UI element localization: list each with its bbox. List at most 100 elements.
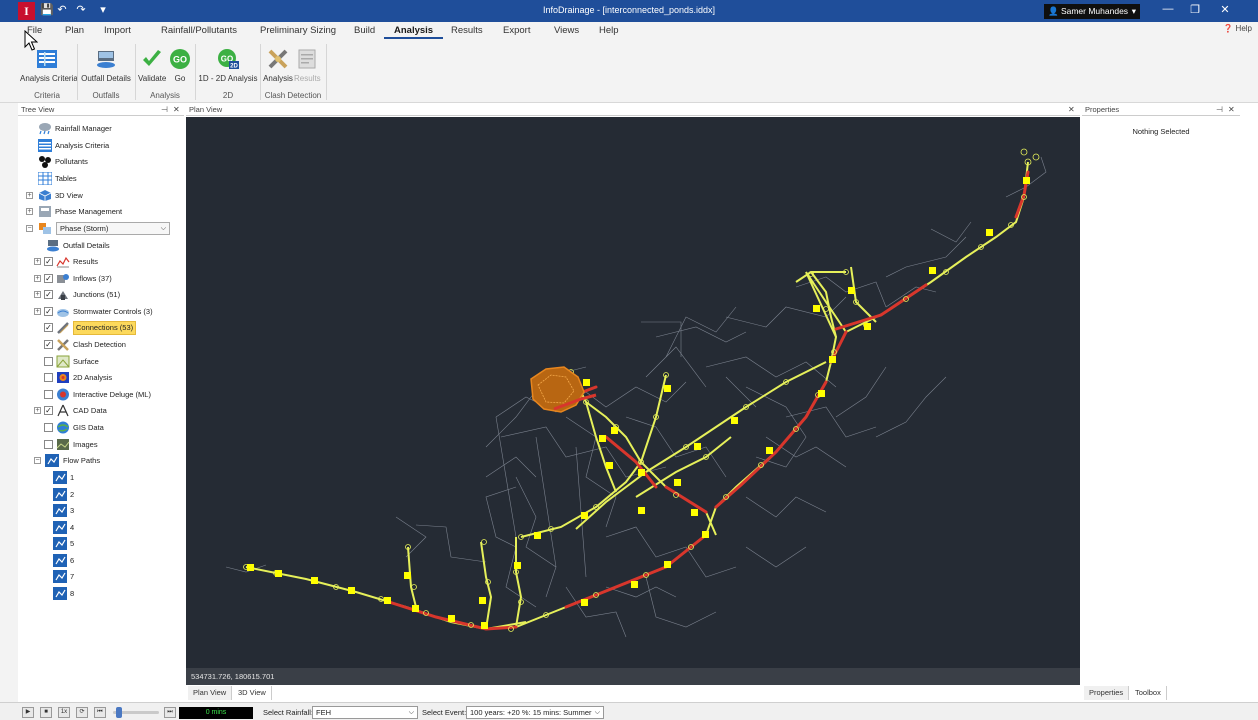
expand-toggle[interactable]: + — [34, 307, 41, 315]
help-icon: ❓ — [1223, 24, 1234, 33]
tree-item-phase-management[interactable]: + Phase Management — [26, 204, 176, 219]
tab-3d-view[interactable]: 3D View — [233, 686, 272, 700]
collapse-toggle[interactable]: − — [26, 225, 33, 232]
layer-visibility-checkbox[interactable] — [44, 423, 53, 432]
layer-item-surface[interactable]: Surface — [34, 354, 174, 369]
tab-rainfall-pollutants[interactable]: Rainfall/Pollutants — [161, 25, 237, 36]
user-menu[interactable]: 👤 Samer Muhandes ▾ — [1044, 4, 1140, 19]
tree-item-flow-paths[interactable]: − Flow Paths — [34, 453, 154, 468]
plan-view-canvas[interactable] — [186, 117, 1080, 668]
layer-visibility-checkbox[interactable] — [44, 439, 53, 449]
properties-close-button[interactable]: ✕ — [1228, 104, 1235, 116]
drainage-network-map[interactable] — [186, 117, 1080, 668]
layer-item-results[interactable]: + ✓ Results — [34, 254, 174, 269]
layer-visibility-checkbox[interactable]: ✓ — [44, 340, 53, 349]
properties-title: Properties — [1085, 105, 1120, 114]
tab-plan-view[interactable]: Plan View — [188, 686, 233, 700]
tab-results[interactable]: Results — [451, 25, 483, 36]
analysis-1d-2d-button[interactable]: GO 2D 1D - 2D Analysis — [198, 48, 258, 83]
close-window-button[interactable]: ✕ — [1215, 3, 1235, 16]
flow-path-label: 7 — [70, 572, 75, 581]
layer-visibility-checkbox[interactable] — [44, 356, 53, 366]
tree-view-close-button[interactable]: ✕ — [173, 104, 180, 116]
layer-visibility-checkbox[interactable] — [44, 373, 53, 383]
validate-button[interactable]: Validate — [138, 48, 166, 83]
flow-path-label: 4 — [70, 522, 75, 532]
network-connections[interactable] — [245, 161, 1029, 631]
tab-plan[interactable]: Plan — [65, 25, 84, 36]
expand-toggle[interactable]: + — [34, 274, 41, 282]
junction-markers[interactable] — [243, 148, 1040, 632]
layer-item-label: 2D Analysis — [73, 373, 113, 383]
phase-selector[interactable]: Phase (Storm) ⌵ — [56, 222, 170, 235]
tab-help[interactable]: Help — [599, 25, 619, 36]
layer-item-label: Connections (53) — [73, 321, 137, 336]
tree-item-label: Analysis Criteria — [55, 141, 110, 150]
layer-visibility-checkbox[interactable]: ✓ — [44, 273, 53, 283]
outfall-details-label: Outfall Details — [81, 74, 131, 83]
pin-icon[interactable]: ⊣ — [161, 104, 168, 116]
layer-item-connections[interactable]: ✓ Connections (53) — [34, 320, 174, 336]
flow-path-icon — [53, 586, 67, 600]
inflow-markers[interactable] — [247, 177, 1030, 629]
event-select[interactable]: 100 years: +20 %: 15 mins: Summer ⌵ — [466, 706, 604, 719]
layer-item-inflows[interactable]: + ✓ Inflows (37) — [34, 271, 174, 286]
clash-results-button[interactable]: Results — [294, 48, 321, 83]
layer-visibility-checkbox[interactable] — [44, 389, 53, 399]
layer-item-junctions[interactable]: + ✓ Junctions (51) — [34, 287, 174, 302]
expand-toggle[interactable]: + — [26, 208, 33, 215]
plan-view-close-button[interactable]: ✕ — [1068, 104, 1075, 116]
junction-icon — [58, 291, 68, 301]
layer-item-gis-data[interactable]: GIS Data — [34, 420, 174, 435]
layer-visibility-checkbox[interactable]: ✓ — [44, 257, 53, 266]
tree-item-phase[interactable]: − — [26, 221, 56, 236]
flow-path-label: 5 — [70, 539, 75, 548]
tab-views[interactable]: Views — [554, 25, 579, 36]
layer-item-stormwater-controls[interactable]: + ✓ Stormwater Controls (3) — [34, 304, 174, 319]
tab-preliminary-sizing[interactable]: Preliminary Sizing — [260, 25, 336, 36]
user-caret-icon: ▾ — [1131, 6, 1136, 16]
play-button[interactable]: ▶ — [22, 707, 34, 718]
layer-item-label: CAD Data — [73, 406, 107, 416]
maximize-button[interactable]: ❐ — [1185, 3, 1205, 16]
tree-item-3d-view[interactable]: + 3D View — [26, 188, 176, 203]
layer-item-2d-analysis[interactable]: 2D Analysis — [34, 370, 174, 385]
layer-item-images[interactable]: Images — [34, 437, 174, 452]
expand-toggle[interactable]: + — [34, 291, 41, 299]
layer-visibility-checkbox[interactable]: ✓ — [44, 323, 53, 333]
help-link[interactable]: ❓ Help — [1223, 24, 1252, 33]
checkmark-icon — [143, 50, 161, 66]
analysis-criteria-button[interactable]: Analysis Criteria — [20, 48, 78, 83]
ribbon-separator — [77, 44, 78, 100]
tab-toolbox[interactable]: Toolbox — [1130, 686, 1167, 700]
outfall-details-button[interactable]: Outfall Details — [80, 48, 132, 83]
layer-item-cad-data[interactable]: + ✓ CAD Data — [34, 403, 174, 418]
loop-button[interactable]: ⟳ — [76, 707, 88, 718]
fast-forward-button[interactable]: ⏭ — [164, 707, 176, 718]
pin-icon[interactable]: ⊣ — [1216, 104, 1223, 116]
layer-item-clash-detection[interactable]: ✓ Clash Detection — [34, 337, 174, 352]
rewind-button[interactable]: ⏮ — [94, 707, 106, 718]
layer-visibility-checkbox[interactable]: ✓ — [44, 406, 53, 416]
go-button[interactable]: GO Go — [168, 48, 192, 83]
tab-properties[interactable]: Properties — [1084, 686, 1130, 700]
timeline-slider-thumb[interactable] — [116, 707, 122, 718]
stop-button[interactable]: ■ — [40, 707, 52, 718]
layer-visibility-checkbox[interactable]: ✓ — [44, 290, 53, 300]
expand-toggle[interactable]: + — [34, 258, 41, 265]
app-window: I 💾 ↶ ↷ ▾ InfoDrainage - [interconnected… — [0, 0, 1258, 720]
minimize-button[interactable]: — — [1158, 3, 1178, 15]
expand-toggle[interactable]: + — [26, 192, 33, 199]
tab-build[interactable]: Build — [354, 25, 375, 36]
tab-export[interactable]: Export — [503, 25, 530, 36]
expand-toggle[interactable]: + — [34, 407, 41, 415]
speed-button[interactable]: 1x — [58, 707, 70, 718]
title-bar: I 💾 ↶ ↷ ▾ InfoDrainage - [interconnected… — [0, 0, 1258, 22]
tab-import[interactable]: Import — [104, 25, 131, 36]
tab-analysis[interactable]: Analysis — [383, 25, 444, 39]
collapse-toggle[interactable]: − — [34, 457, 41, 464]
rainfall-select[interactable]: FEH ⌵ — [312, 706, 418, 719]
layer-item-interactive-deluge[interactable]: Interactive Deluge (ML) — [34, 387, 174, 402]
layer-visibility-checkbox[interactable]: ✓ — [44, 306, 53, 316]
clash-analysis-button[interactable]: Analysis — [263, 48, 293, 83]
